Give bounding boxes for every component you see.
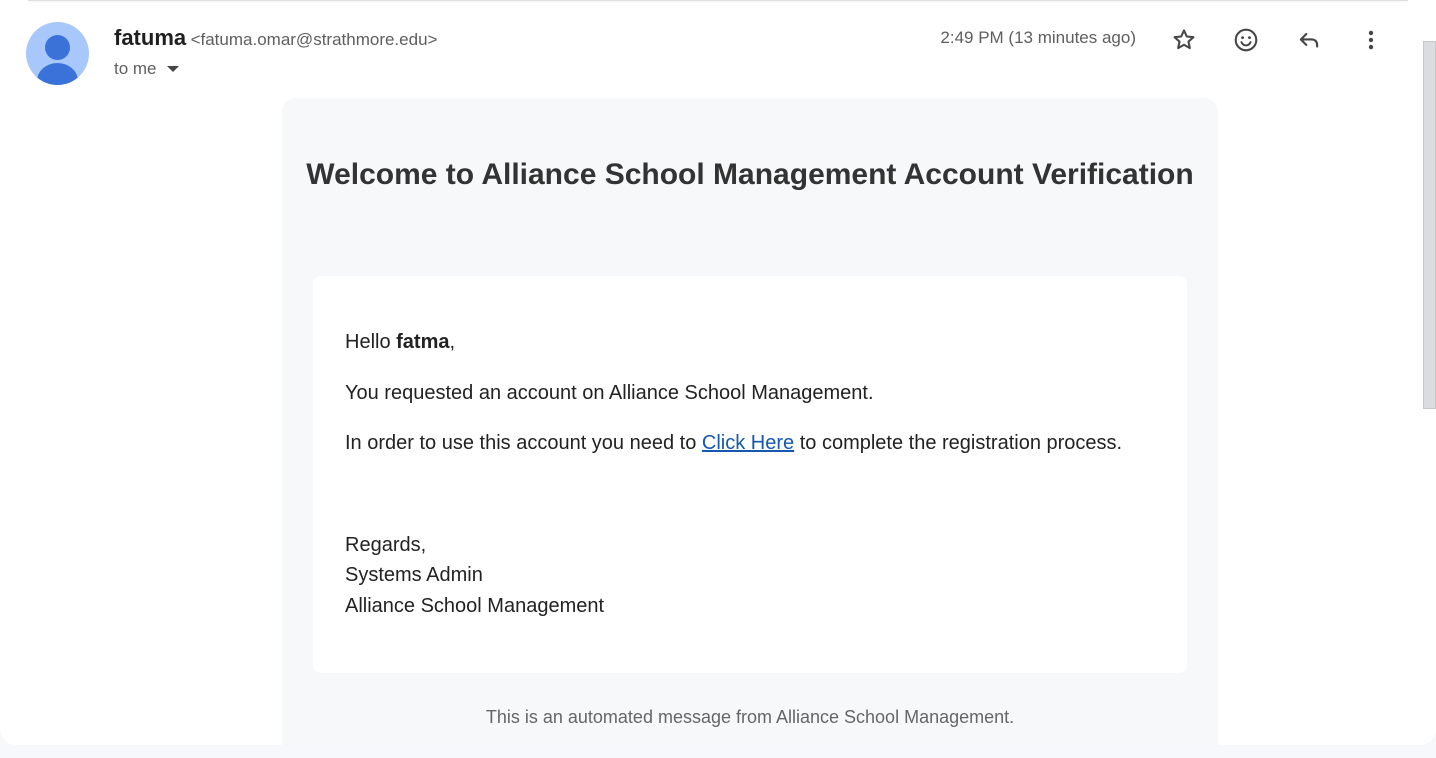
request-line: You requested an account on Alliance Sch… [345,382,874,404]
greeting-name: fatma [396,331,450,353]
emoji-icon [1234,28,1258,52]
add-reaction-button[interactable] [1228,22,1264,58]
sender-avatar[interactable] [26,22,89,85]
sender-name[interactable]: fatuma [114,25,186,50]
greeting-prefix: Hello [345,331,397,353]
sender-info: fatuma <fatuma.omar@strathmore.edu> [114,25,437,51]
instruction-line: In order to use this account you need to… [345,432,1122,455]
greeting-suffix: , [449,331,456,353]
signoff-line: Regards, [345,534,427,556]
instruction-prefix: In order to use this account you need to [345,432,702,454]
chevron-down-icon [166,66,179,72]
avatar-head [45,35,70,60]
reply-icon [1299,32,1319,48]
verification-link[interactable]: Click Here [702,432,794,454]
sender-email: <fatuma.omar@strathmore.edu> [190,30,438,49]
avatar-shoulders [37,63,78,85]
greeting-line: Hello fatma, [345,331,455,354]
recipient-details-toggle[interactable]: to me [114,59,179,79]
instruction-suffix: to complete the registration process. [794,432,1123,454]
star-button[interactable] [1166,22,1202,58]
scrollbar[interactable] [1420,0,1436,745]
message-timestamp: 2:49 PM (13 minutes ago) [940,28,1136,47]
signature-name: Systems Admin [345,564,483,586]
recipient-label: to me [114,59,157,78]
star-icon [1173,29,1195,50]
automated-footer: This is an automated message from Allian… [485,707,1015,727]
email-view: fatuma <fatuma.omar@strathmore.edu> to m… [0,0,1436,745]
signature-org: Alliance School Management [345,595,605,617]
scrollbar-thumb[interactable] [1423,41,1436,409]
email-title: Welcome to Alliance School Management Ac… [306,158,1194,191]
more-options-button[interactable] [1353,22,1389,58]
reply-button[interactable] [1291,22,1327,58]
more-vert-icon [1368,30,1374,50]
toolbar-divider [28,0,1408,1]
